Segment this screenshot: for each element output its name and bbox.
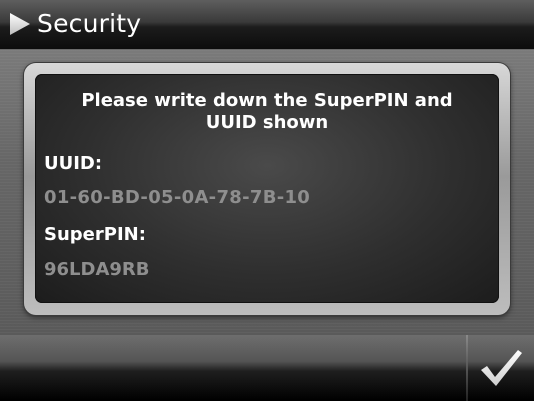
page-title: Security bbox=[37, 9, 142, 38]
superpin-label: SuperPIN: bbox=[44, 224, 146, 245]
bottom-bar bbox=[0, 335, 534, 401]
title-bar: Security bbox=[0, 0, 534, 50]
uuid-label: UUID: bbox=[44, 153, 103, 174]
play-triangle-icon bbox=[10, 13, 30, 35]
confirm-button[interactable] bbox=[468, 335, 534, 401]
superpin-value: 96LDA9RB bbox=[44, 259, 150, 280]
dialog-message: Please write down the SuperPIN and UUID … bbox=[81, 90, 453, 133]
security-dialog: Please write down the SuperPIN and UUID … bbox=[35, 74, 499, 303]
uuid-value: 01-60-BD-05-0A-78-7B-10 bbox=[44, 187, 311, 208]
checkmark-icon bbox=[481, 350, 522, 386]
